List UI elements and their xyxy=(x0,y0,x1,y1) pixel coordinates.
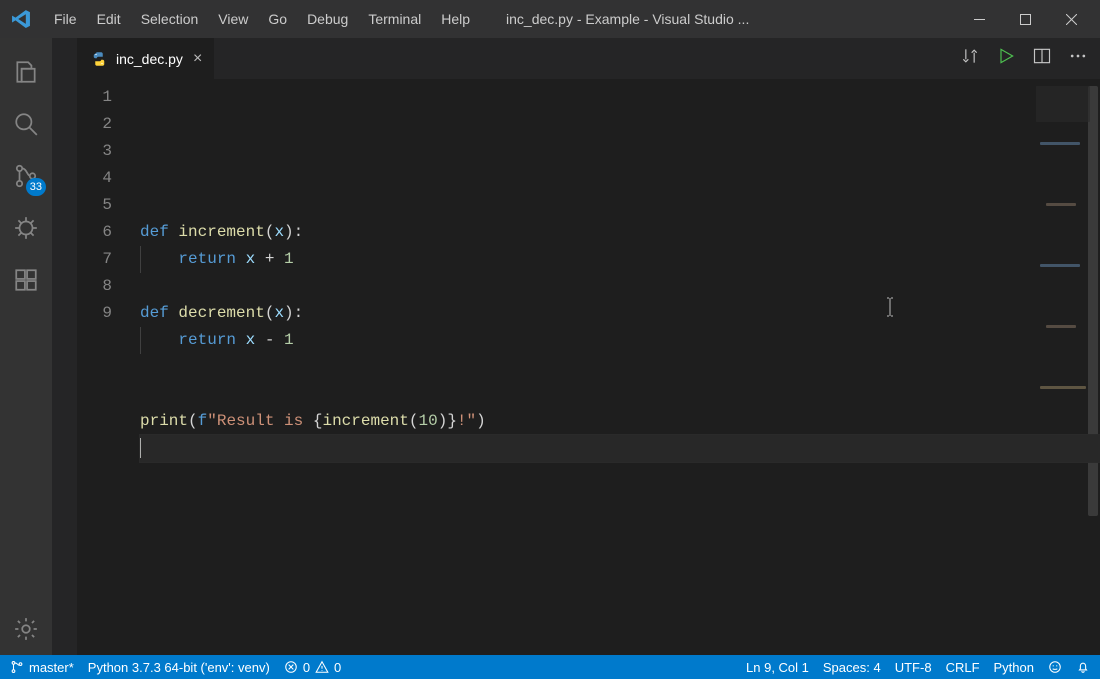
scm-badge: 33 xyxy=(26,178,46,196)
status-cursor-position[interactable]: Ln 9, Col 1 xyxy=(746,660,809,675)
line-number: 6 xyxy=(78,219,112,246)
line-number-gutter: 123456789 xyxy=(78,84,140,655)
run-icon[interactable] xyxy=(996,46,1016,71)
menu-view[interactable]: View xyxy=(208,5,258,33)
menu-go[interactable]: Go xyxy=(258,5,297,33)
search-icon[interactable] xyxy=(0,98,52,150)
code-line[interactable]: return x - 1 xyxy=(140,327,1100,354)
split-editor-icon[interactable] xyxy=(1032,46,1052,71)
settings-gear-icon[interactable] xyxy=(0,603,52,655)
status-encoding[interactable]: UTF-8 xyxy=(895,660,932,675)
line-number: 7 xyxy=(78,246,112,273)
status-indentation[interactable]: Spaces: 4 xyxy=(823,660,881,675)
editor-tabbar: inc_dec.py × xyxy=(78,38,1100,80)
tab-filename: inc_dec.py xyxy=(116,51,183,67)
maximize-button[interactable] xyxy=(1002,0,1048,38)
status-notifications-icon[interactable] xyxy=(1076,660,1090,674)
tab-inc-dec[interactable]: inc_dec.py × xyxy=(78,38,215,79)
code-line[interactable] xyxy=(140,435,1100,462)
cursor xyxy=(140,438,141,458)
code-content[interactable]: def increment(x): return x + 1 def decrem… xyxy=(140,84,1100,655)
status-bar: master* Python 3.7.3 64-bit ('env': venv… xyxy=(0,655,1100,679)
main-area: 33 inc_dec.py × xyxy=(0,38,1100,655)
explorer-icon[interactable] xyxy=(0,46,52,98)
status-interpreter[interactable]: Python 3.7.3 64-bit ('env': venv) xyxy=(88,660,270,675)
compare-changes-icon[interactable] xyxy=(960,46,980,71)
minimize-button[interactable] xyxy=(956,0,1002,38)
code-line[interactable] xyxy=(140,273,1100,300)
line-number: 3 xyxy=(78,138,112,165)
menu-bar: FileEditSelectionViewGoDebugTerminalHelp xyxy=(44,5,480,33)
line-number: 9 xyxy=(78,300,112,327)
titlebar: FileEditSelectionViewGoDebugTerminalHelp… xyxy=(0,0,1100,38)
code-line[interactable]: print(f"Result is {increment(10)}!") xyxy=(140,408,1100,435)
line-number: 1 xyxy=(78,84,112,111)
status-language-mode[interactable]: Python xyxy=(994,660,1034,675)
line-number: 4 xyxy=(78,165,112,192)
status-problems[interactable]: 0 0 xyxy=(284,660,341,675)
editor-group: inc_dec.py × 123456789 xyxy=(78,38,1100,655)
status-eol[interactable]: CRLF xyxy=(946,660,980,675)
python-file-icon xyxy=(90,50,108,68)
window-title: inc_dec.py - Example - Visual Studio ... xyxy=(480,11,952,27)
activity-bar: 33 xyxy=(0,38,52,655)
status-branch[interactable]: master* xyxy=(10,660,74,675)
vscode-logo-icon xyxy=(6,4,36,34)
close-button[interactable] xyxy=(1048,0,1094,38)
menu-debug[interactable]: Debug xyxy=(297,5,358,33)
source-control-icon[interactable]: 33 xyxy=(0,150,52,202)
extensions-icon[interactable] xyxy=(0,254,52,306)
window-controls xyxy=(956,0,1094,38)
line-number: 2 xyxy=(78,111,112,138)
code-line[interactable]: return x + 1 xyxy=(140,246,1100,273)
code-line[interactable] xyxy=(140,354,1100,381)
code-line[interactable]: def decrement(x): xyxy=(140,300,1100,327)
minimap[interactable] xyxy=(1036,86,1090,122)
line-number: 5 xyxy=(78,192,112,219)
tab-close-icon[interactable]: × xyxy=(191,51,202,67)
menu-file[interactable]: File xyxy=(44,5,87,33)
code-editor[interactable]: 123456789 def increment(x): return x + 1… xyxy=(78,80,1100,655)
status-feedback-icon[interactable] xyxy=(1048,660,1062,674)
collapsed-sidebar[interactable] xyxy=(52,38,78,655)
menu-terminal[interactable]: Terminal xyxy=(358,5,431,33)
debug-icon[interactable] xyxy=(0,202,52,254)
line-number: 8 xyxy=(78,273,112,300)
more-actions-icon[interactable] xyxy=(1068,46,1088,71)
code-line[interactable]: def increment(x): xyxy=(140,219,1100,246)
code-line[interactable] xyxy=(140,381,1100,408)
menu-edit[interactable]: Edit xyxy=(87,5,131,33)
editor-actions xyxy=(948,38,1100,79)
menu-selection[interactable]: Selection xyxy=(131,5,209,33)
menu-help[interactable]: Help xyxy=(431,5,480,33)
